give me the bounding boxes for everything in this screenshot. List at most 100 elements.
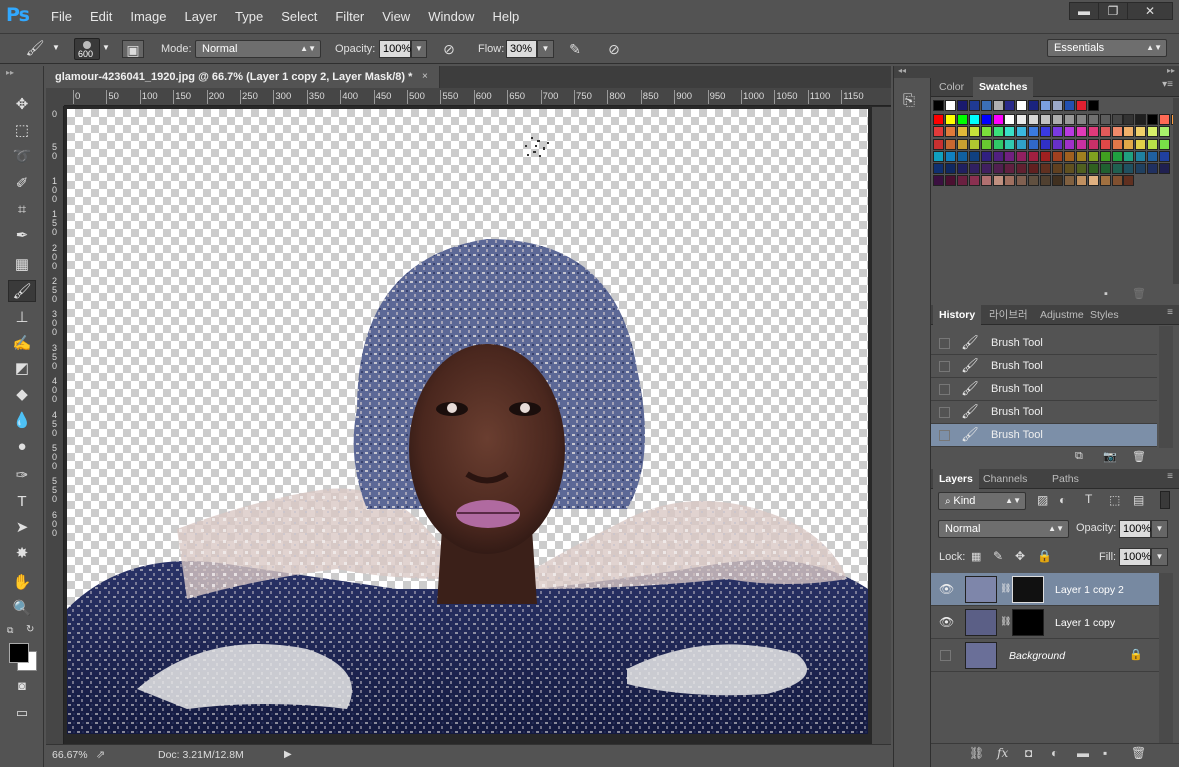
export-icon[interactable]: ⇗	[96, 748, 105, 761]
hand-icon[interactable]: ✋	[8, 572, 36, 594]
color-swatch[interactable]	[1004, 150, 1016, 162]
pressure-size-icon[interactable]: ⊘	[604, 40, 624, 58]
color-swatch[interactable]	[1123, 150, 1135, 162]
tab-history[interactable]: History	[933, 305, 982, 325]
tab-adjustments[interactable]: Adjustme	[1034, 305, 1090, 325]
color-swatch[interactable]	[1028, 150, 1040, 162]
color-swatch[interactable]	[1075, 126, 1087, 138]
color-swatch[interactable]	[1028, 163, 1040, 174]
color-swatch[interactable]	[1063, 138, 1075, 150]
color-swatch[interactable]	[1052, 126, 1063, 138]
color-swatch[interactable]	[1040, 163, 1052, 174]
canvas[interactable]	[67, 109, 868, 734]
color-swatch[interactable]	[1016, 114, 1028, 126]
color-swatch[interactable]	[1135, 163, 1147, 174]
color-swatch[interactable]	[1147, 163, 1159, 174]
color-swatch[interactable]	[992, 126, 1004, 138]
visibility-toggle-off[interactable]	[940, 650, 951, 661]
brush-size-arrow-icon[interactable]: ▼	[101, 40, 111, 58]
color-swatch[interactable]	[1016, 150, 1028, 162]
color-swatch[interactable]	[980, 114, 992, 126]
history-snapshot-checkbox[interactable]	[939, 338, 950, 349]
flow-field[interactable]: 30%	[506, 40, 537, 58]
color-swatch[interactable]	[1040, 114, 1052, 126]
color-swatch[interactable]	[1111, 175, 1123, 187]
color-swatch[interactable]	[1075, 100, 1087, 111]
filter-shape-icon[interactable]: ⬚	[1109, 493, 1120, 507]
color-swatch[interactable]	[1099, 175, 1111, 187]
zoom-icon[interactable]: 🔍	[8, 598, 36, 620]
panel-menu-icon[interactable]: ≡	[1167, 471, 1173, 482]
move-icon[interactable]: ✥	[8, 94, 36, 116]
color-swatch[interactable]	[1028, 100, 1040, 111]
color-swatch[interactable]	[944, 126, 956, 138]
color-swatch[interactable]	[968, 138, 980, 150]
layer-row-layer-1-copy-2[interactable]: 👁 ⛓ Layer 1 copy 2	[931, 573, 1159, 606]
brush-size-preview[interactable]: 600	[74, 38, 100, 60]
color-swatch[interactable]	[1111, 138, 1123, 150]
color-swatch[interactable]	[956, 100, 968, 111]
visibility-eye-icon[interactable]: 👁	[939, 582, 954, 596]
link-chain-icon[interactable]: ⛓	[1000, 616, 1011, 627]
color-swatch[interactable]	[1004, 126, 1016, 138]
color-swatch[interactable]	[1087, 138, 1099, 150]
color-swatch[interactable]	[1087, 100, 1099, 111]
color-swatch[interactable]	[968, 150, 980, 162]
color-swatch[interactable]	[1147, 126, 1159, 138]
color-swatch[interactable]	[956, 150, 968, 162]
color-swatch[interactable]	[1004, 175, 1016, 187]
delete-swatch-icon[interactable]: 🗑	[1132, 287, 1146, 300]
history-item[interactable]: 🖌 Brush Tool	[931, 355, 1157, 378]
layer-row-background[interactable]: Background 🔒	[931, 639, 1159, 672]
menu-file[interactable]: File	[42, 0, 81, 34]
layer-name[interactable]: Background	[1009, 650, 1065, 662]
lock-transparent-icon[interactable]: ▦	[971, 550, 981, 563]
history-scrollbar[interactable]	[1159, 326, 1173, 448]
path-select-icon[interactable]: ➤	[8, 517, 36, 539]
history-snapshot-checkbox[interactable]	[939, 361, 950, 372]
color-swatch[interactable]	[1004, 163, 1016, 174]
color-swatch[interactable]	[1159, 114, 1171, 126]
color-swatch[interactable]	[1075, 138, 1087, 150]
history-item-selected[interactable]: 🖌 Brush Tool	[931, 424, 1157, 447]
color-swatch[interactable]	[1159, 150, 1171, 162]
color-swatch[interactable]	[1040, 138, 1052, 150]
color-swatch[interactable]	[944, 150, 956, 162]
tab-channels[interactable]: Channels	[977, 469, 1033, 489]
history-brush-icon[interactable]: ✍	[8, 333, 36, 355]
panel-menu-icon[interactable]: ≡	[1167, 307, 1173, 318]
color-swatch[interactable]	[1099, 114, 1111, 126]
color-swatch[interactable]	[1052, 150, 1063, 162]
history-snapshot-checkbox[interactable]	[939, 430, 950, 441]
color-swatch[interactable]	[1063, 150, 1075, 162]
layer-opacity-field[interactable]: 100%	[1119, 520, 1151, 538]
color-swatch[interactable]	[956, 114, 968, 126]
lock-image-icon[interactable]: ✎	[993, 549, 1003, 563]
color-swatch[interactable]	[933, 138, 944, 150]
panel-collapse-icon[interactable]: ▸▸	[931, 66, 1179, 77]
foreground-color-swatch[interactable]	[9, 643, 29, 663]
horizontal-ruler[interactable]: 0 50 100 150 200 250 300 350 400 450 500 550 600 650 7…	[64, 88, 891, 106]
layer-thumbnail[interactable]	[965, 609, 997, 636]
snapshot-camera-icon[interactable]: 📷	[1103, 450, 1117, 463]
vertical-ruler[interactable]: 0 5 0 1 0 0 1 5 0 2 0 0 2 5 0 3 0 0 3 5 0 4 0 0 4…	[46, 106, 64, 746]
visibility-eye-icon[interactable]: 👁	[939, 615, 954, 629]
zoom-level[interactable]: 66.67%	[52, 749, 88, 761]
color-swatch[interactable]	[1147, 138, 1159, 150]
layer-thumbnail[interactable]	[965, 642, 997, 669]
color-swatch[interactable]	[1052, 175, 1063, 187]
color-swatch[interactable]	[968, 114, 980, 126]
screen-mode-icon[interactable]: ▭	[8, 702, 36, 724]
layer-row-layer-1-copy[interactable]: 👁 ⛓ Layer 1 copy	[931, 606, 1159, 639]
color-swatch[interactable]	[1123, 114, 1135, 126]
layer-thumbnail[interactable]	[965, 576, 997, 603]
color-swatch[interactable]	[1063, 126, 1075, 138]
pen-icon[interactable]: ✑	[8, 465, 36, 487]
fill-dropdown-icon[interactable]: ▼	[1151, 548, 1168, 566]
color-swatch[interactable]	[980, 138, 992, 150]
add-mask-icon[interactable]: ◘	[1025, 746, 1032, 760]
color-swatch[interactable]	[1040, 100, 1052, 111]
panel-menu-icon[interactable]: ▾≡	[1162, 79, 1173, 90]
tab-libraries[interactable]: 라이브러	[983, 305, 1034, 325]
color-swatch[interactable]	[980, 150, 992, 162]
